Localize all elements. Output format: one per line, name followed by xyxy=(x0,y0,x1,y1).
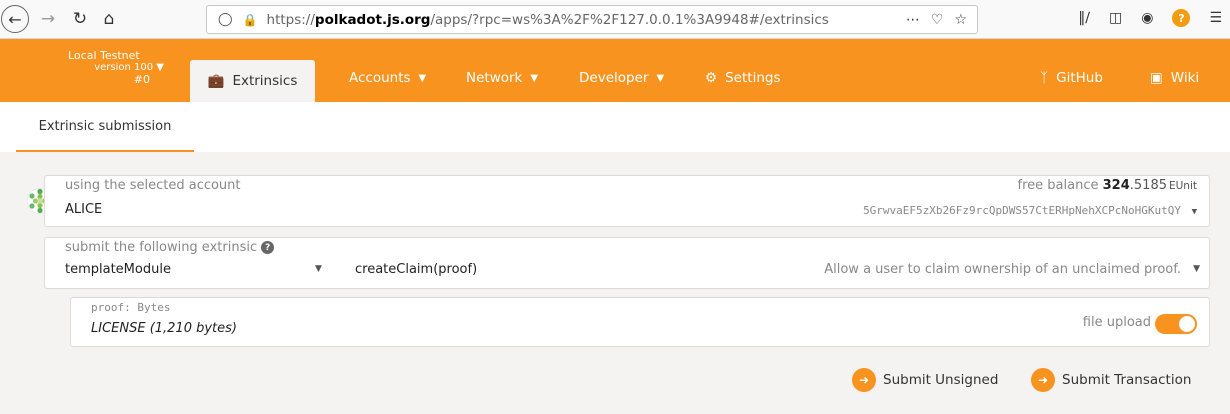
balance-int: 324 xyxy=(1102,178,1130,193)
chevron-down-icon: ▼ xyxy=(530,72,539,84)
menu-icon[interactable]: ☰ xyxy=(1209,10,1222,26)
param-label: proof: Bytes xyxy=(91,301,171,314)
cogs-icon: ⚙ xyxy=(705,70,718,86)
nav-network-label: Network xyxy=(466,70,523,86)
extrinsic-selector: submit the following extrinsic ? templat… xyxy=(44,237,1210,289)
balance-unit: EUnit xyxy=(1168,180,1197,192)
briefcase-icon: 💼 xyxy=(207,73,225,89)
nav-github-label: GitHub xyxy=(1056,70,1103,86)
tab-extrinsics-label: Extrinsics xyxy=(232,73,298,89)
extrinsic-label: submit the following extrinsic ? xyxy=(65,240,275,255)
chain-version: version 100 xyxy=(94,62,154,73)
sign-in-icon: ➜ xyxy=(1031,368,1055,392)
tab-extrinsics[interactable]: 💼 Extrinsics xyxy=(190,60,315,102)
method-description[interactable]: Allow a user to claim ownership of an un… xyxy=(824,262,1181,277)
account-name: ALICE xyxy=(65,202,103,217)
tab-extrinsic-submission[interactable]: Extrinsic submission xyxy=(16,102,194,152)
balance-dec: .5185 xyxy=(1129,178,1167,193)
submit-transaction-label: Submit Transaction xyxy=(1062,372,1192,388)
toggle-knob xyxy=(1179,316,1195,332)
nav-settings-label: Settings xyxy=(725,70,781,86)
account-address: 5GrwvaEF5zXb26Fz9rcQpDWS57CtERHpNehXCPcN… xyxy=(863,204,1197,217)
sub-header: Extrinsic submission xyxy=(0,102,1230,152)
file-upload-toggle[interactable] xyxy=(1155,314,1197,334)
nav-wiki[interactable]: ▣ Wiki xyxy=(1150,70,1199,86)
chain-name: Local Testnet xyxy=(68,49,140,62)
bookmark-star-icon[interactable]: ☆ xyxy=(954,12,967,28)
book-icon: ▣ xyxy=(1150,70,1163,86)
nav-network[interactable]: Network ▼ xyxy=(466,70,538,86)
chevron-down-icon: ▼ xyxy=(656,72,665,84)
chevron-down-icon: ▼ xyxy=(418,72,427,84)
sign-in-icon: ➜ xyxy=(852,368,876,392)
chain-block: #0 xyxy=(133,73,150,86)
address-bar[interactable]: ◯ 🔒 https://polkadot.js.org/apps/?rpc=ws… xyxy=(206,5,978,34)
chevron-down-icon[interactable]: ▼ xyxy=(1193,264,1200,274)
account-label: using the selected account xyxy=(65,178,241,193)
back-arrow-icon[interactable]: ← xyxy=(1,5,29,33)
file-upload-label: file upload xyxy=(1082,315,1151,330)
nav-accounts[interactable]: Accounts ▼ xyxy=(349,70,426,86)
forward-arrow-icon[interactable]: → xyxy=(36,6,60,32)
account-selector[interactable]: using the selected account ALICE free ba… xyxy=(44,175,1210,227)
nav-wiki-label: Wiki xyxy=(1170,70,1200,86)
nav-github[interactable]: ᛉ GitHub xyxy=(1040,70,1103,86)
reload-icon[interactable]: ↻ xyxy=(68,6,92,32)
chevron-down-icon[interactable]: ▼ xyxy=(315,264,322,274)
param-proof: proof: Bytes LICENSE (1,210 bytes) file … xyxy=(70,297,1210,347)
chain-selector[interactable]: Local Testnet version 100 ▼ #0 xyxy=(36,50,164,86)
balance-label: free balance xyxy=(1017,178,1099,193)
lock-icon[interactable]: 🔒 xyxy=(243,13,258,27)
extrinsic-label-text: submit the following extrinsic xyxy=(65,240,258,255)
shield-icon[interactable]: ◯ xyxy=(218,12,233,27)
module-select[interactable]: templateModule xyxy=(65,262,171,277)
free-balance: free balance 324.5185 EUnit xyxy=(1018,178,1197,193)
more-actions-icon[interactable]: ⋯ xyxy=(906,12,920,28)
nav-developer-label: Developer xyxy=(579,70,649,86)
url-text[interactable]: https://polkadot.js.org/apps/?rpc=ws%3A%… xyxy=(267,12,829,28)
method-select[interactable]: createClaim(proof) xyxy=(355,262,477,277)
nav-settings[interactable]: ⚙ Settings xyxy=(705,70,780,86)
sidebar-icon[interactable]: ◫ xyxy=(1109,10,1122,26)
code-branch-icon: ᛉ xyxy=(1040,70,1049,86)
extension-icon[interactable]: ? xyxy=(1172,9,1191,27)
submit-unsigned-label: Submit Unsigned xyxy=(883,372,999,388)
browser-toolbar: ← → ↻ ⌂ ◯ 🔒 https://polkadot.js.org/apps… xyxy=(0,0,1230,39)
nav-developer[interactable]: Developer ▼ xyxy=(579,70,664,86)
nav-accounts-label: Accounts xyxy=(349,70,411,86)
file-upload-value[interactable]: LICENSE (1,210 bytes) xyxy=(91,321,237,336)
account-icon[interactable]: ◉ xyxy=(1141,10,1153,26)
chevron-down-icon[interactable]: ▼ xyxy=(1192,207,1197,217)
app-top-nav: Local Testnet version 100 ▼ #0 💼 Extrins… xyxy=(0,39,1230,102)
library-icon[interactable]: ‖∕ xyxy=(1078,10,1090,26)
submit-unsigned-button[interactable]: ➜ Submit Unsigned xyxy=(852,368,998,392)
account-address-text: 5GrwvaEF5zXb26Fz9rcQpDWS57CtERHpNehXCPcN… xyxy=(863,204,1181,217)
chevron-down-icon: ▼ xyxy=(156,62,164,73)
pocket-icon[interactable]: ♡ xyxy=(931,12,944,28)
submit-transaction-button[interactable]: ➜ Submit Transaction xyxy=(1031,368,1191,392)
home-icon[interactable]: ⌂ xyxy=(97,6,121,32)
help-icon[interactable]: ? xyxy=(261,241,275,254)
